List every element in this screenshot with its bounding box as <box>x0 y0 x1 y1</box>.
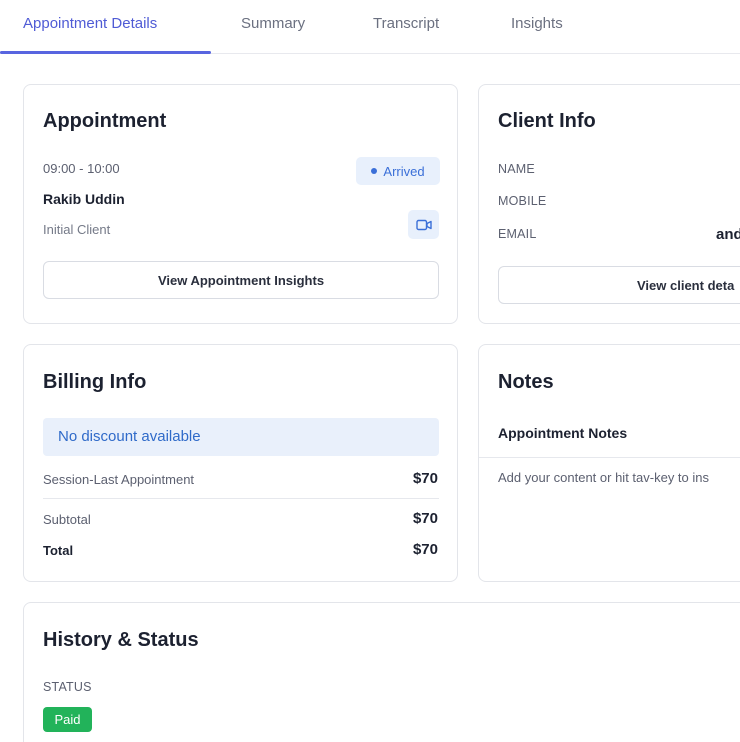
client-type: Initial Client <box>43 222 111 237</box>
status-badge-label: Arrived <box>383 163 425 179</box>
appointment-time: 09:00 - 10:00 <box>43 161 120 176</box>
history-status-title: History & Status <box>43 629 199 651</box>
client-name: Rakib Uddin <box>43 191 125 207</box>
paid-status-badge: Paid <box>43 707 92 732</box>
mobile-label: MOBILE <box>498 194 547 208</box>
name-label: NAME <box>498 162 535 176</box>
session-label: Session-Last Appointment <box>43 472 195 487</box>
total-label: Total <box>43 543 74 558</box>
appointment-notes-heading: Appointment Notes <box>498 425 628 441</box>
status-dot-icon <box>371 168 378 174</box>
video-call-button[interactable] <box>408 210 439 239</box>
view-appointment-insights-button[interactable]: View Appointment Insights <box>43 261 439 299</box>
appointment-title: Appointment <box>43 110 167 132</box>
tab-appointment-details[interactable]: Appointment Details <box>23 15 157 32</box>
notes-divider <box>479 457 740 458</box>
tab-transcript[interactable]: Transcript <box>373 15 439 32</box>
notes-editor-placeholder[interactable]: Add your content or hit tav-key to ins <box>498 470 709 485</box>
status-badge: Arrived <box>356 157 440 185</box>
discount-text: No discount available <box>58 428 201 445</box>
status-label: STATUS <box>43 680 92 694</box>
email-value: and <box>716 226 740 243</box>
total-value: $70 <box>412 541 438 558</box>
tab-bar: Appointment Details Summary Transcript I… <box>0 0 740 54</box>
view-client-details-button[interactable]: View client deta <box>498 266 740 304</box>
billing-divider <box>43 498 439 499</box>
subtotal-label: Subtotal <box>43 512 91 527</box>
client-info-title: Client Info <box>498 110 596 132</box>
video-camera-icon <box>415 219 432 230</box>
tab-summary[interactable]: Summary <box>241 15 305 32</box>
subtotal-value: $70 <box>412 510 438 527</box>
session-value: $70 <box>412 470 438 487</box>
discount-banner: No discount available <box>43 418 439 456</box>
history-status-card <box>23 602 740 742</box>
active-tab-indicator <box>0 51 211 54</box>
email-label: EMAIL <box>498 227 537 241</box>
notes-title: Notes <box>498 371 554 393</box>
tab-insights[interactable]: Insights <box>511 15 563 32</box>
billing-info-title: Billing Info <box>43 371 147 393</box>
